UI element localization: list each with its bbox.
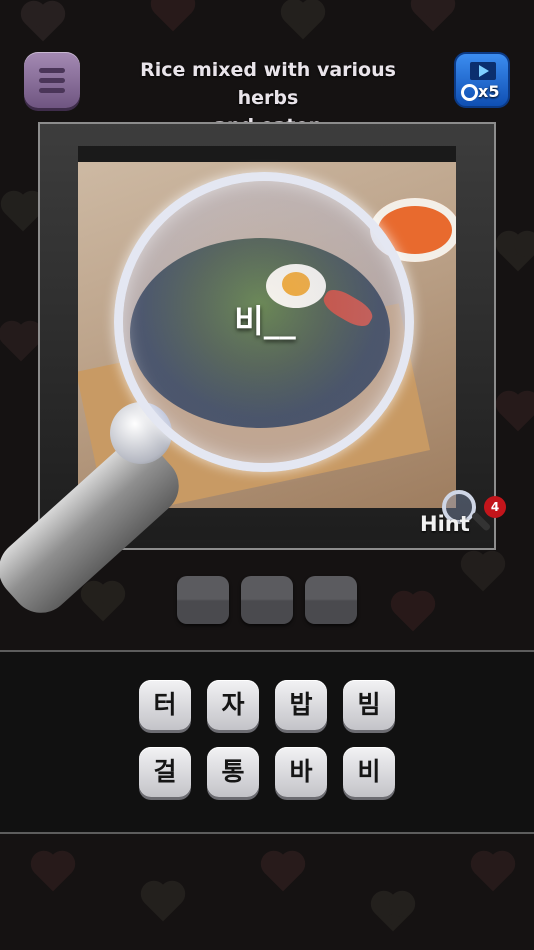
heart-decoration [34, 854, 72, 892]
heart-decoration [144, 884, 182, 922]
heart-decoration [499, 394, 534, 432]
menu-icon [39, 88, 65, 93]
hint-label: Hint [420, 512, 470, 536]
heart-decoration [414, 0, 452, 32]
letter-key[interactable]: 걸 [139, 747, 191, 797]
heart-decoration [284, 2, 322, 40]
letter-key[interactable]: 밥 [275, 680, 327, 730]
heart-decoration [84, 584, 122, 622]
letter-key[interactable]: 비 [343, 747, 395, 797]
letter-key[interactable]: 바 [275, 747, 327, 797]
heart-decoration [2, 324, 40, 362]
heart-decoration [394, 594, 432, 632]
revealed-answer-text: 비__ [234, 302, 296, 340]
answer-slot[interactable] [241, 576, 293, 624]
heart-decoration [4, 194, 42, 232]
heart-decoration [24, 4, 62, 42]
letter-keyboard: 터 자 밥 빔 걸 통 바 비 [0, 650, 534, 834]
heart-decoration [464, 554, 502, 592]
menu-button[interactable] [24, 52, 80, 108]
magnifier-icon [461, 84, 478, 101]
answer-slot[interactable] [305, 576, 357, 624]
heart-decoration [474, 854, 512, 892]
letter-key[interactable]: 빔 [343, 680, 395, 730]
video-reward-multiplier: x5 [478, 82, 500, 101]
letter-key[interactable]: 통 [207, 747, 259, 797]
hint-count-badge: 4 [484, 496, 506, 518]
video-play-icon [479, 65, 489, 77]
video-reward-button[interactable]: x5 [454, 52, 510, 108]
menu-icon [39, 68, 65, 73]
heart-decoration [499, 234, 534, 272]
heart-decoration [374, 894, 412, 932]
letter-key[interactable]: 자 [207, 680, 259, 730]
clue-line-1: Rice mixed with various herbs [140, 59, 396, 109]
heart-decoration [154, 0, 192, 32]
heart-decoration [264, 854, 302, 892]
letter-key[interactable]: 터 [139, 680, 191, 730]
hint-button[interactable]: Hint 4 [418, 484, 506, 544]
answer-slot[interactable] [177, 576, 229, 624]
menu-icon [39, 78, 65, 83]
